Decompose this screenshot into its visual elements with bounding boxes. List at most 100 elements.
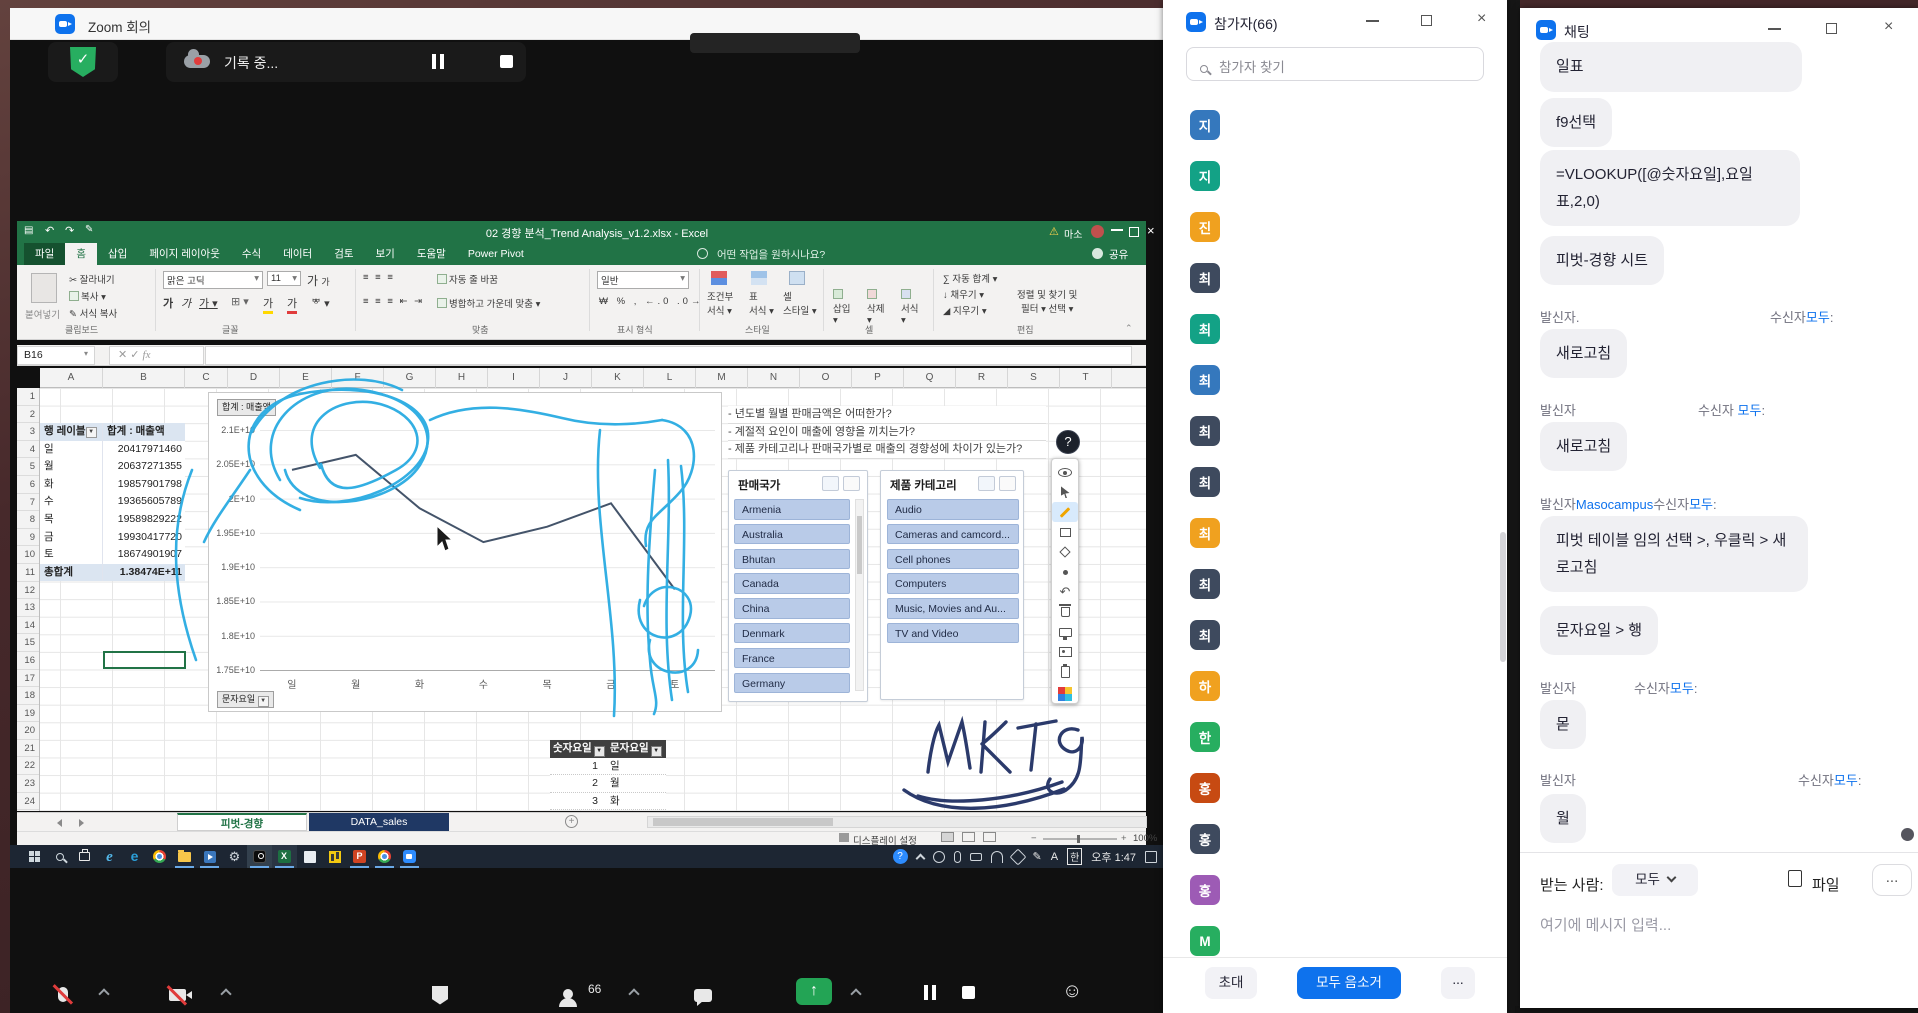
column-header[interactable]: J [540, 368, 592, 388]
minimize-icon[interactable] [1366, 20, 1379, 22]
file-button[interactable]: 파일 [1812, 874, 1840, 895]
delete-cells-button[interactable]: 삭제▾ [867, 289, 884, 326]
chart-axis-field-button[interactable]: 문자요일 ▼ [217, 691, 274, 708]
cell-styles-button[interactable]: 셀스타일 ▾ [783, 289, 817, 317]
pause-recording-button[interactable] [432, 54, 448, 74]
column-header[interactable]: R [956, 368, 1008, 388]
share-button[interactable]: 공유 [1109, 247, 1128, 262]
participant-avatar[interactable]: 최 [1190, 620, 1220, 650]
formula-buttons[interactable]: ✕ ✓ fx [109, 346, 204, 365]
taskbar-icon[interactable] [22, 845, 47, 868]
participant-avatar[interactable]: 하 [1190, 671, 1220, 701]
column-header[interactable]: L [644, 368, 696, 388]
taskbar-icon[interactable] [222, 845, 247, 868]
participant-avatar[interactable]: 지 [1190, 161, 1220, 191]
onedrive-icon[interactable] [933, 851, 945, 863]
recipient-select[interactable]: 모두 [1612, 864, 1698, 896]
taskbar-icon[interactable] [272, 845, 297, 868]
row-header[interactable]: 24 [17, 793, 39, 811]
column-header[interactable]: B [103, 368, 185, 388]
participant-avatar[interactable]: 최 [1190, 518, 1220, 548]
slicer-item[interactable]: China [734, 598, 850, 619]
sheet-tab-active[interactable]: 피벗-경향 [177, 813, 307, 831]
merge-center-button[interactable]: 병합하고 가운데 맞춤 ▾ [437, 296, 540, 310]
slicer-item[interactable]: France [734, 648, 850, 669]
table-header[interactable]: 숫자요일▼ [550, 740, 607, 758]
ribbon-tab[interactable]: 도움말 [406, 243, 457, 265]
wrap-text-button[interactable]: 자동 줄 바꿈 [437, 272, 498, 286]
participant-avatar[interactable]: 최 [1190, 314, 1220, 344]
slicer-item[interactable]: Australia [734, 524, 850, 545]
ime-korean[interactable]: 한 [1067, 848, 1082, 865]
taskbar-icon[interactable] [122, 845, 147, 868]
grow-font-icon[interactable]: 가 가 [307, 272, 330, 289]
participant-avatar[interactable]: 홍 [1190, 773, 1220, 803]
chat-scrollbar-thumb[interactable] [1901, 828, 1914, 841]
column-header[interactable]: A [40, 368, 103, 388]
fill-color-button[interactable]: 가 [263, 295, 273, 314]
slicer-item[interactable]: TV and Video [887, 623, 1019, 644]
number-format-select[interactable]: 일반 ▾ [597, 271, 689, 289]
participant-avatar[interactable]: 지 [1190, 110, 1220, 140]
row-header[interactable]: 22 [17, 757, 39, 775]
annotation-tool-icon[interactable] [1052, 642, 1078, 662]
column-header[interactable]: G [384, 368, 436, 388]
annotation-help-icon[interactable]: ? [1056, 430, 1080, 454]
slicer-category[interactable]: 제품 카테고리 AudioCameras and camcord...Cell … [880, 470, 1024, 700]
multiselect-icon[interactable] [978, 476, 995, 491]
column-header[interactable]: D [228, 368, 280, 388]
wifi-icon[interactable] [991, 851, 1003, 863]
mute-button[interactable] [48, 980, 78, 1008]
participant-avatar[interactable]: 최 [1190, 569, 1220, 599]
annotation-tool-icon[interactable] [1052, 542, 1078, 562]
row-header[interactable]: 23 [17, 775, 39, 793]
qat-ink-icon[interactable]: ✎ [85, 224, 93, 235]
close-icon[interactable]: × [1477, 10, 1486, 28]
formula-input[interactable] [205, 346, 1132, 365]
taskbar-icon[interactable] [147, 845, 172, 868]
pen-tray-icon[interactable]: ✎ [1033, 850, 1042, 863]
ribbon-tab[interactable]: 파일 [24, 243, 65, 265]
pause-share-button[interactable] [924, 985, 940, 1005]
taskbar-icon[interactable] [72, 845, 97, 868]
taskbar-icon[interactable] [322, 845, 347, 868]
paste-button[interactable]: 붙여넣기 [25, 307, 60, 321]
halign-icons[interactable]: ≡ ≡ ≡ ⇤ ⇥ [363, 296, 424, 307]
cut-button[interactable]: ✂ 잘라내기 [69, 272, 115, 286]
ribbon-tab[interactable]: 삽입 [97, 243, 138, 265]
qat-undo-icon[interactable]: ↶ [45, 224, 54, 237]
column-header[interactable]: P [852, 368, 904, 388]
excel-close-button[interactable]: × [1147, 223, 1155, 238]
notification-icon[interactable] [1145, 851, 1157, 863]
slicer-item[interactable]: Armenia [734, 499, 850, 520]
participant-search-input[interactable]: 참가자 찾기 [1186, 47, 1484, 81]
ribbon-tab[interactable]: 보기 [365, 243, 406, 265]
format-painter-button[interactable]: ✎ 서식 복사 [69, 306, 117, 320]
next-sheet-icon[interactable] [79, 819, 84, 827]
horizontal-scrollbar[interactable] [647, 816, 1147, 828]
taskbar-icon[interactable] [397, 845, 422, 868]
maximize-icon[interactable] [1421, 15, 1432, 26]
ime-latin[interactable]: A [1051, 851, 1058, 863]
row-header[interactable]: 19 [17, 705, 39, 723]
row-header[interactable]: 16 [17, 652, 39, 670]
sheet-tab[interactable]: DATA_sales [309, 813, 449, 831]
row-header[interactable]: 10 [17, 546, 39, 564]
format-table-button[interactable]: 표서식 ▾ [749, 289, 774, 317]
row-header[interactable]: 9 [17, 529, 39, 547]
clear-button[interactable]: ◢ 지우기 ▾ [943, 303, 987, 317]
ribbon-tab[interactable]: 홈 [65, 243, 97, 265]
border-button[interactable]: ⊞ ▾ [231, 295, 249, 308]
participant-avatar[interactable]: 최 [1190, 416, 1220, 446]
annotation-tool-icon[interactable] [1052, 482, 1078, 502]
fill-button[interactable]: ↓ 채우기 ▾ [943, 287, 984, 301]
taskbar-icon[interactable] [347, 845, 372, 868]
mute-all-button[interactable]: 모두 음소거 [1297, 967, 1401, 999]
stop-share-button[interactable] [962, 986, 975, 1004]
insert-cells-button[interactable]: 삽입▾ [833, 289, 850, 326]
row-header[interactable]: 15 [17, 634, 39, 652]
slicer-item[interactable]: Music, Movies and Au... [887, 598, 1019, 619]
underline-button[interactable]: 가 ▾ [199, 295, 218, 311]
slicer-item[interactable]: Cell phones [887, 549, 1019, 570]
account-avatar[interactable] [1091, 225, 1104, 238]
